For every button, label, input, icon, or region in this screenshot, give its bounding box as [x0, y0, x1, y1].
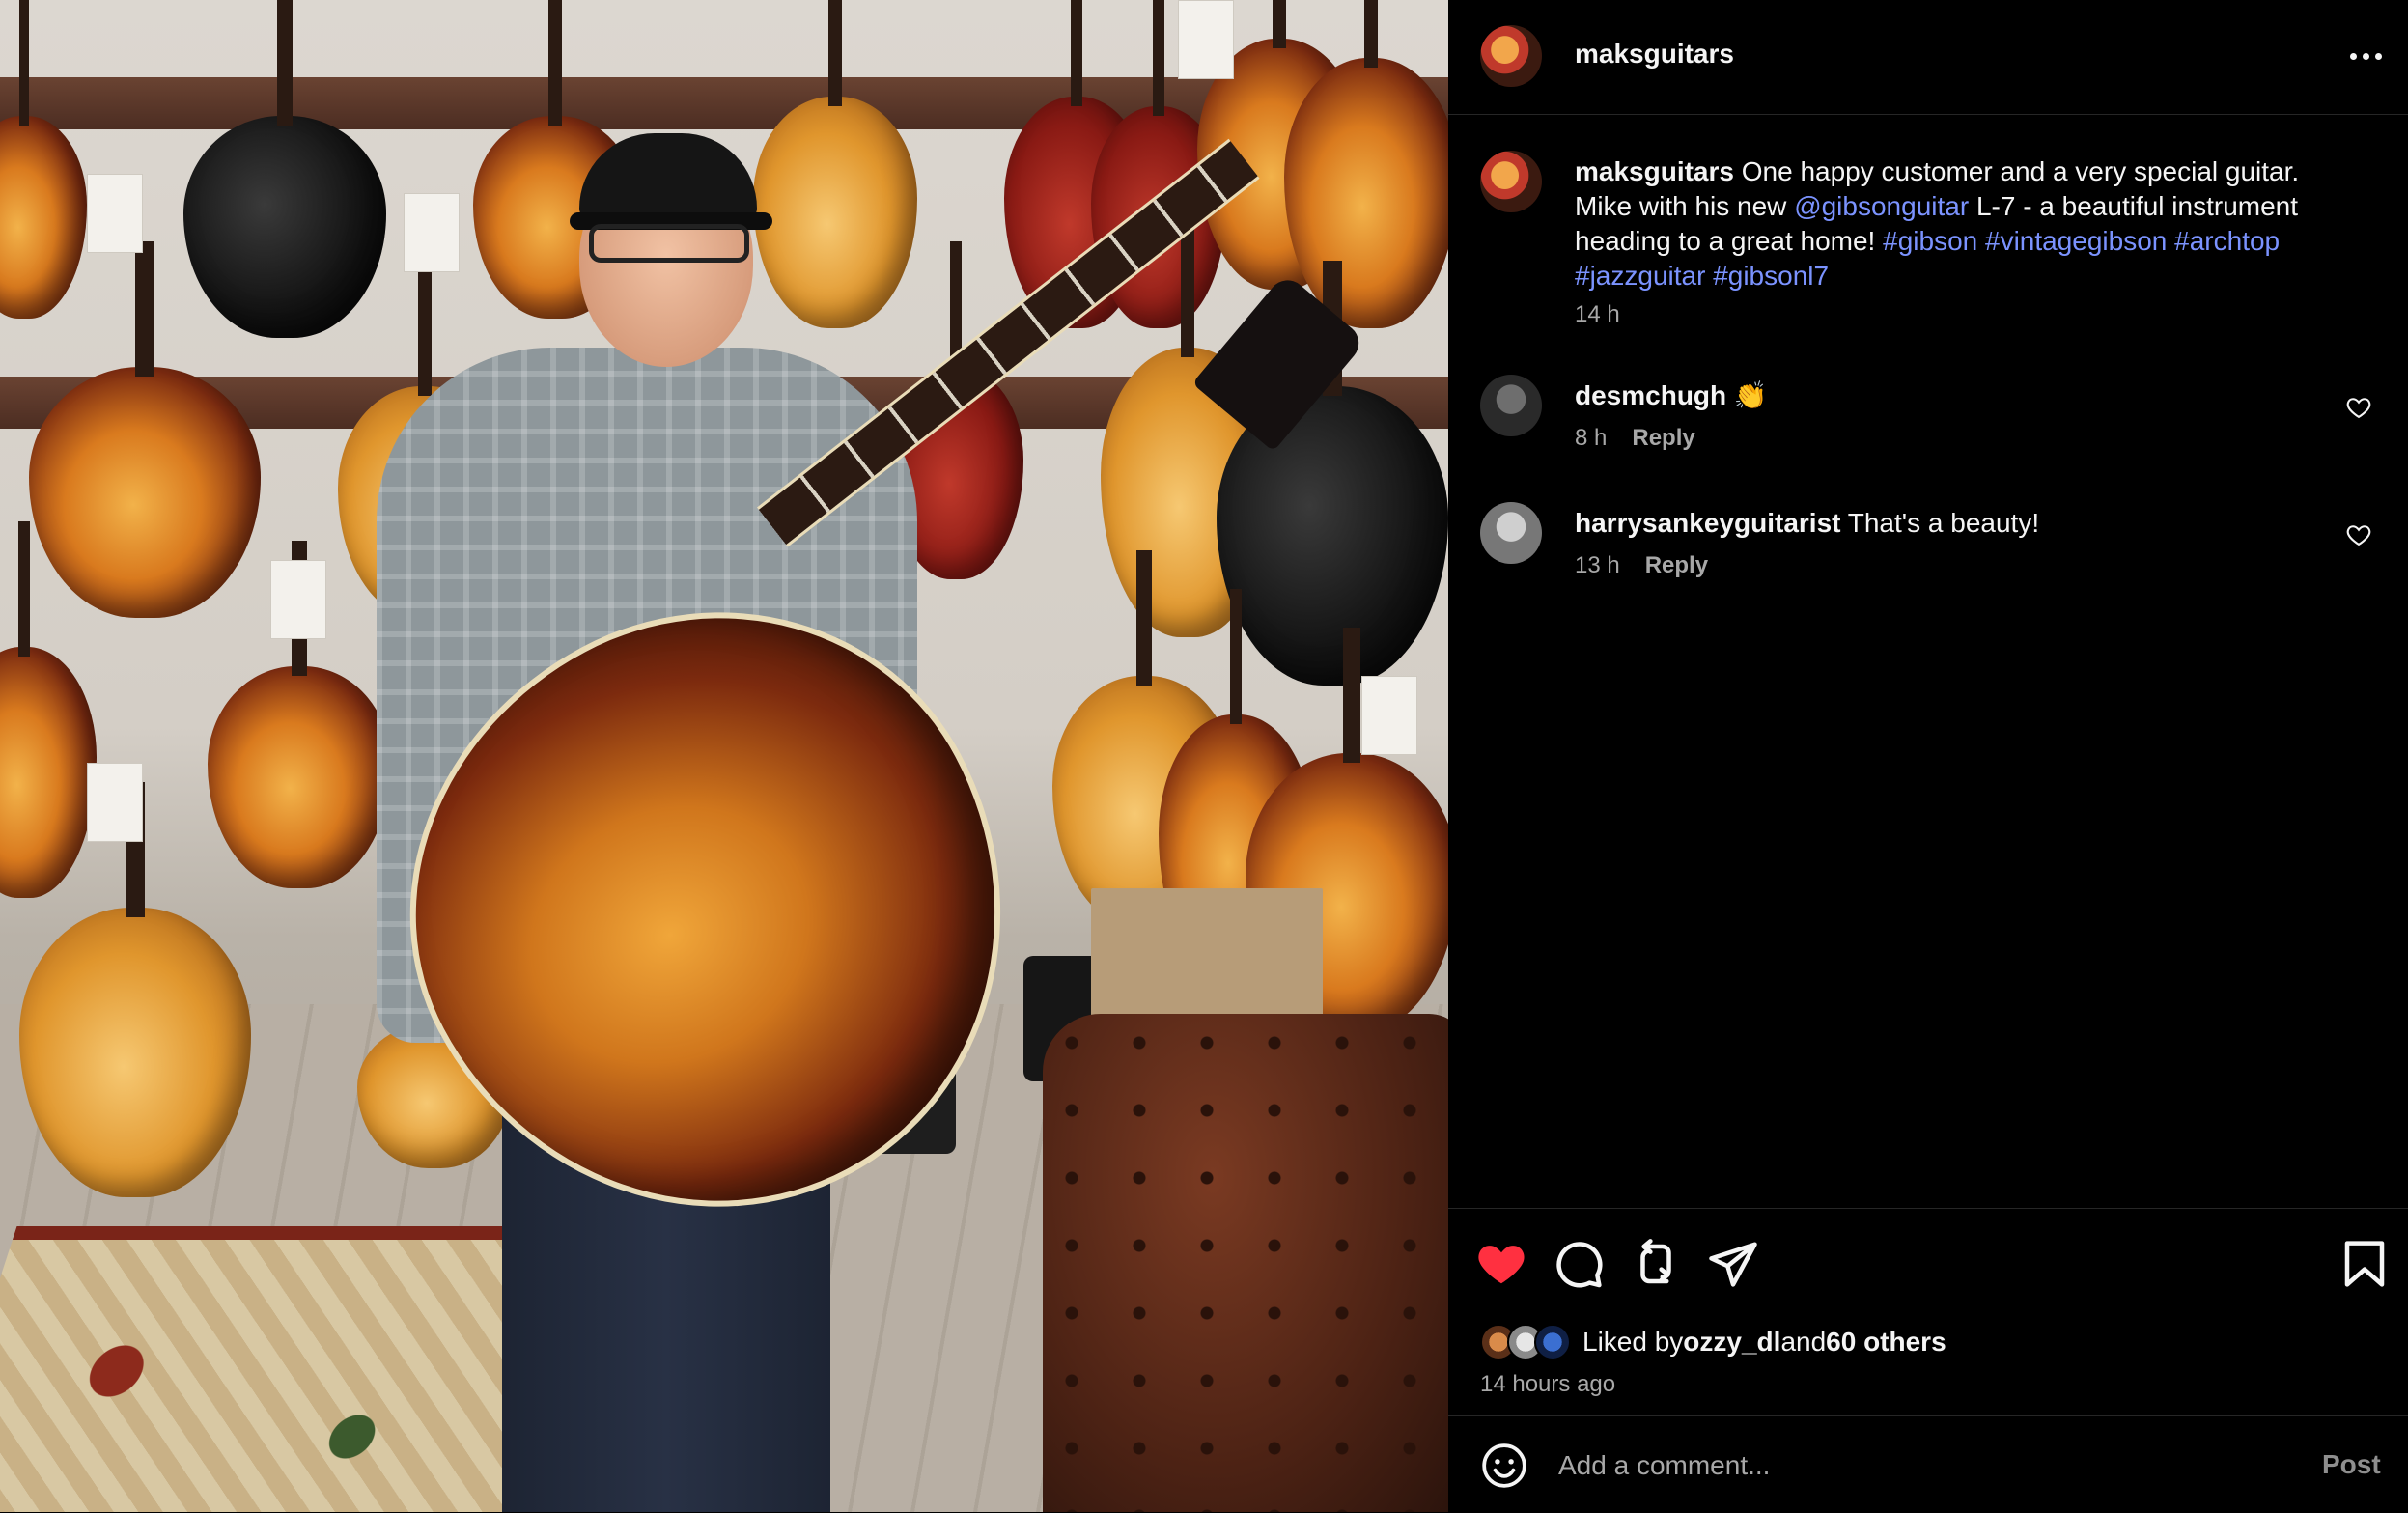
price-tag [1178, 0, 1234, 79]
wall-guitar [0, 0, 87, 319]
action-bar: Liked by ozzy_dl and 60 others 14 hours … [1448, 1208, 2408, 1415]
emoji-icon[interactable] [1480, 1442, 1528, 1490]
post-time-ago[interactable]: 14 hours ago [1480, 1371, 1615, 1398]
comment-text: harrysankeyguitarist That's a beauty! [1575, 506, 2328, 541]
commenter-avatar[interactable] [1480, 502, 1542, 564]
like-comment-heart-icon[interactable] [2345, 394, 2372, 421]
cardboard-box [1091, 888, 1323, 1023]
comment-icon[interactable] [1553, 1238, 1605, 1290]
person-glasses [589, 224, 749, 263]
comment-text: desmchugh 👏 [1575, 378, 2328, 413]
liker-avatars [1480, 1324, 1571, 1360]
author-avatar[interactable] [1480, 25, 1542, 87]
commenter-username[interactable]: desmchugh [1575, 380, 1726, 410]
repost-icon[interactable] [1630, 1238, 1682, 1290]
comment-input[interactable] [1556, 1438, 2255, 1494]
wall-guitar [29, 241, 261, 618]
wall-guitar [753, 0, 917, 328]
reply-button[interactable]: Reply [1645, 552, 1708, 578]
caption-time[interactable]: 14 h [1575, 301, 1620, 327]
send-icon[interactable] [1707, 1238, 1759, 1290]
post-header: maksguitars [1448, 0, 2408, 115]
comment-time[interactable]: 13 h [1575, 552, 1620, 578]
hashtag-link[interactable]: #gibsonl7 [1713, 261, 1829, 291]
comment-meta: 13 h Reply [1575, 552, 1708, 579]
others-link[interactable]: 60 others [1826, 1327, 1946, 1358]
more-options-icon[interactable] [2341, 37, 2390, 75]
commenter-avatar[interactable] [1480, 375, 1542, 436]
wall-guitar [19, 782, 251, 1197]
likes-summary[interactable]: Liked by ozzy_dl and 60 others [1480, 1321, 1946, 1363]
wall-guitar [0, 521, 97, 898]
post-photo[interactable] [0, 0, 1448, 1512]
leather-sofa [1043, 1014, 1448, 1512]
wall-guitar [208, 541, 391, 888]
author-avatar[interactable] [1480, 151, 1542, 212]
bookmark-icon[interactable] [2338, 1238, 2391, 1290]
comment-meta: 8 h Reply [1575, 425, 1695, 452]
comment-content: That's a beauty! [1840, 508, 2040, 538]
liker-avatar [1534, 1324, 1571, 1360]
wall-guitar [183, 0, 386, 338]
price-tag [1361, 676, 1417, 755]
price-tag [404, 193, 460, 272]
author-username[interactable]: maksguitars [1575, 39, 1734, 70]
hashtag-link[interactable]: #vintagegibson [1985, 226, 2167, 256]
price-tag [87, 174, 143, 253]
hashtag-link[interactable]: #jazzguitar [1575, 261, 1705, 291]
hashtag-link[interactable]: #gibson [1883, 226, 1977, 256]
wall-guitar [1284, 0, 1448, 328]
likes-prefix: Liked by [1582, 1327, 1684, 1357]
price-tag [270, 560, 326, 639]
post-dialog: maksguitars maksguitars One happy custom… [0, 0, 2408, 1512]
comment-time[interactable]: 8 h [1575, 425, 1607, 451]
like-comment-heart-icon[interactable] [2345, 521, 2372, 548]
comments-list: maksguitars One happy customer and a ver… [1448, 114, 2408, 1208]
hashtag-link[interactable]: #archtop [2174, 226, 2280, 256]
mention-link[interactable]: @gibsonguitar [1794, 191, 1969, 221]
post-sidebar: maksguitars maksguitars One happy custom… [1448, 0, 2408, 1512]
comment-content: 👏 [1726, 380, 1768, 410]
caption-username[interactable]: maksguitars [1575, 156, 1734, 186]
caption-text: maksguitars One happy customer and a ver… [1575, 154, 2328, 294]
likes-conjunction: and [1780, 1327, 1827, 1357]
post-comment-button[interactable]: Post [2322, 1449, 2381, 1480]
reply-button[interactable]: Reply [1632, 425, 1694, 451]
first-liker-username[interactable]: ozzy_dl [1683, 1327, 1780, 1358]
commenter-username[interactable]: harrysankeyguitarist [1575, 508, 1840, 538]
comment-composer: Post [1448, 1415, 2408, 1513]
heart-filled-icon[interactable] [1475, 1238, 1527, 1290]
price-tag [87, 763, 143, 842]
caption-meta: 14 h [1575, 301, 1620, 328]
